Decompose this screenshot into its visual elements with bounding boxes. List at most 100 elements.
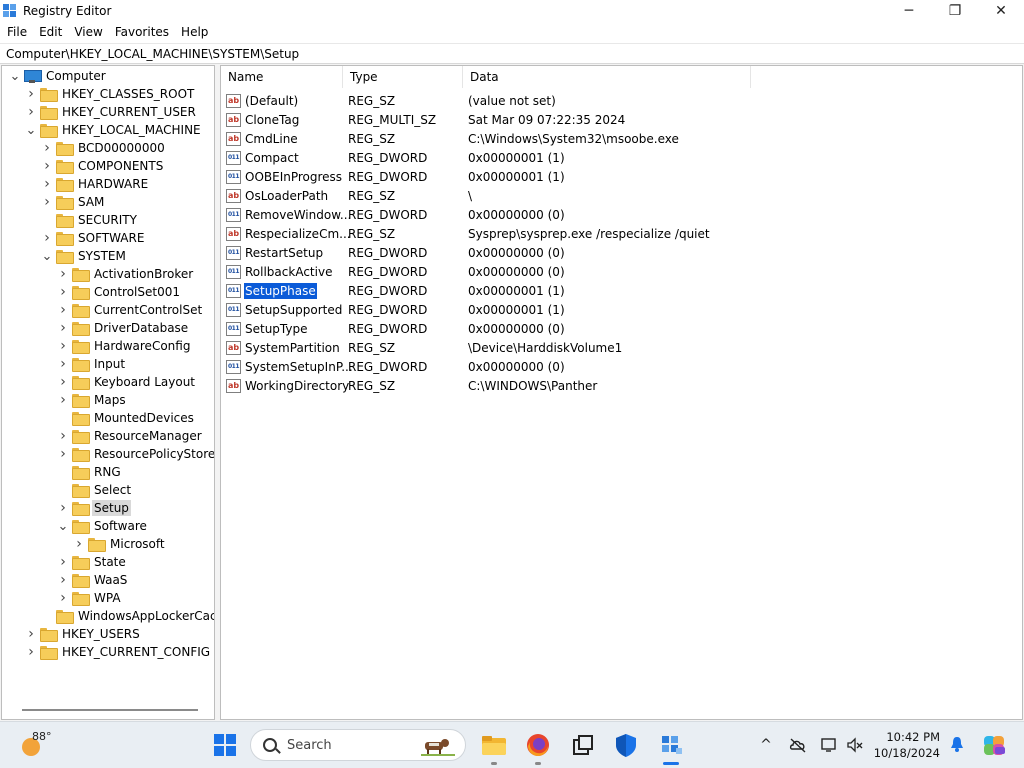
chevron-down-icon[interactable]: ⌄	[10, 67, 21, 85]
value-row[interactable]: 011 Compact REG_DWORD 0x00000001 (1)	[226, 148, 565, 167]
value-row[interactable]: 011 SetupSupported REG_DWORD 0x00000001 (1)	[226, 300, 565, 319]
chevron-right-icon[interactable]: ›	[42, 193, 52, 211]
tree-item[interactable]: ⌄ Software	[58, 517, 149, 535]
registry-tree[interactable]: ⌄ Computer › HKEY_CLASSES_ROOT › HKEY_CURRENT…	[1, 65, 215, 720]
value-row[interactable]: 011 RollbackActive REG_DWORD 0x00000000 (0)	[226, 262, 565, 281]
taskbar-search[interactable]: Search	[250, 729, 466, 761]
tree-item[interactable]: ⌄ SYSTEM	[42, 247, 128, 265]
value-row[interactable]: 011 SetupPhase REG_DWORD 0x00000001 (1)	[226, 281, 565, 300]
horizontal-scrollbar[interactable]	[22, 709, 198, 711]
chevron-right-icon[interactable]: ›	[26, 103, 36, 121]
value-row[interactable]: 011 RemoveWindow... REG_DWORD 0x00000000 (0…	[226, 205, 565, 224]
tree-item[interactable]: › Input	[58, 355, 127, 373]
value-row[interactable]: ab CloneTag REG_MULTI_SZ Sat Mar 09 07:22:3…	[226, 110, 625, 129]
tree-item[interactable]: RNG	[58, 463, 123, 481]
tree-item[interactable]: › ActivationBroker	[58, 265, 195, 283]
chevron-down-icon[interactable]: ⌄	[26, 121, 37, 139]
tray-overflow-chevron-icon[interactable]: ^	[757, 736, 775, 754]
menu-help[interactable]: Help	[175, 22, 214, 43]
volume-muted-icon[interactable]	[846, 736, 864, 754]
chevron-right-icon[interactable]: ›	[58, 355, 68, 373]
onedrive-icon[interactable]	[789, 736, 807, 754]
chevron-right-icon[interactable]: ›	[58, 589, 68, 607]
maximize-button[interactable]: ❐	[932, 0, 978, 22]
tree-item[interactable]: › Microsoft	[74, 535, 167, 553]
value-row[interactable]: 011 RestartSetup REG_DWORD 0x00000000 (0)	[226, 243, 565, 262]
value-row[interactable]: 011 SetupType REG_DWORD 0x00000000 (0)	[226, 319, 565, 338]
tree-item[interactable]: › Setup	[58, 499, 131, 517]
chevron-right-icon[interactable]: ›	[26, 85, 36, 103]
tree-item[interactable]: › COMPONENTS	[42, 157, 165, 175]
system-clock[interactable]: 10:42 PM 10/18/2024	[874, 729, 940, 761]
value-row[interactable]: 011 SystemSetupInP... REG_DWORD 0x00000000 …	[226, 357, 565, 376]
start-button[interactable]	[214, 734, 236, 756]
task-view-icon[interactable]	[570, 732, 596, 758]
column-header-type[interactable]: Type	[343, 66, 463, 88]
chevron-right-icon[interactable]: ›	[26, 625, 36, 643]
chevron-right-icon[interactable]: ›	[42, 229, 52, 247]
tree-item[interactable]: › HARDWARE	[42, 175, 150, 193]
chevron-right-icon[interactable]: ›	[58, 445, 68, 463]
tree-item[interactable]: › ResourcePolicyStore	[58, 445, 214, 463]
column-header-name[interactable]: Name	[221, 66, 343, 88]
notification-bell-icon[interactable]	[950, 736, 964, 752]
tree-item[interactable]: › SAM	[42, 193, 106, 211]
tree-item[interactable]: › HKEY_CLASSES_ROOT	[26, 85, 196, 103]
chevron-down-icon[interactable]: ⌄	[58, 517, 69, 535]
chevron-right-icon[interactable]: ›	[58, 571, 68, 589]
chevron-right-icon[interactable]: ›	[58, 319, 68, 337]
file-explorer-icon[interactable]	[481, 732, 507, 758]
tree-item[interactable]: ⌄ Computer	[10, 67, 108, 85]
chevron-right-icon[interactable]: ›	[58, 427, 68, 445]
value-row[interactable]: ab OsLoaderPath REG_SZ \	[226, 186, 472, 205]
tree-item[interactable]: › BCD00000000	[42, 139, 167, 157]
network-icon[interactable]	[820, 736, 838, 754]
value-row[interactable]: ab (Default) REG_SZ (value not set)	[226, 91, 556, 110]
value-row[interactable]: ab WorkingDirectory REG_SZ C:\WINDOWS\Panth…	[226, 376, 597, 395]
chevron-right-icon[interactable]: ›	[42, 157, 52, 175]
tree-item[interactable]: › State	[58, 553, 128, 571]
value-row[interactable]: 011 OOBEInProgress REG_DWORD 0x00000001 (1)	[226, 167, 565, 186]
column-header-data[interactable]: Data	[463, 66, 751, 88]
chevron-right-icon[interactable]: ›	[58, 301, 68, 319]
tree-item[interactable]: ⌄ HKEY_LOCAL_MACHINE	[26, 121, 203, 139]
tree-item[interactable]: › HardwareConfig	[58, 337, 192, 355]
tree-item[interactable]: WindowsAppLockerCache	[42, 607, 214, 625]
tree-item[interactable]: › Maps	[58, 391, 128, 409]
tree-item[interactable]: SECURITY	[42, 211, 139, 229]
tree-item[interactable]: › CurrentControlSet	[58, 301, 204, 319]
close-button[interactable]: ✕	[978, 0, 1024, 22]
values-list[interactable]: Name Type Data ab (Default) REG_SZ (value n…	[220, 65, 1023, 720]
tree-item[interactable]: › SOFTWARE	[42, 229, 146, 247]
menu-view[interactable]: View	[68, 22, 108, 43]
tree-item[interactable]: › HKEY_USERS	[26, 625, 142, 643]
windows-security-icon[interactable]	[613, 732, 639, 758]
registry-editor-taskbar-icon[interactable]	[658, 732, 684, 758]
chevron-right-icon[interactable]: ›	[26, 643, 36, 661]
address-bar[interactable]: Computer\HKEY_LOCAL_MACHINE\SYSTEM\Setup	[0, 43, 1024, 64]
chevron-right-icon[interactable]: ›	[74, 535, 84, 553]
menu-favorites[interactable]: Favorites	[109, 22, 175, 43]
menu-file[interactable]: File	[1, 22, 33, 43]
firefox-icon[interactable]	[525, 732, 551, 758]
chevron-right-icon[interactable]: ›	[42, 175, 52, 193]
tree-item[interactable]: › HKEY_CURRENT_CONFIG	[26, 643, 212, 661]
menu-edit[interactable]: Edit	[33, 22, 68, 43]
tree-item[interactable]: › DriverDatabase	[58, 319, 190, 337]
value-row[interactable]: ab CmdLine REG_SZ C:\Windows\System32\msoob…	[226, 129, 679, 148]
chevron-right-icon[interactable]: ›	[58, 553, 68, 571]
tree-item[interactable]: › ResourceManager	[58, 427, 204, 445]
chevron-right-icon[interactable]: ›	[58, 337, 68, 355]
chevron-right-icon[interactable]: ›	[58, 373, 68, 391]
tree-item[interactable]: › HKEY_CURRENT_USER	[26, 103, 198, 121]
value-row[interactable]: ab RespecializeCm... REG_SZ Sysprep\sysprep…	[226, 224, 710, 243]
chevron-right-icon[interactable]: ›	[58, 265, 68, 283]
tree-item[interactable]: › ControlSet001	[58, 283, 182, 301]
tree-item[interactable]: MountedDevices	[58, 409, 196, 427]
chevron-right-icon[interactable]: ›	[58, 499, 68, 517]
chevron-right-icon[interactable]: ›	[58, 283, 68, 301]
tree-item[interactable]: Select	[58, 481, 133, 499]
tree-item[interactable]: › WaaS	[58, 571, 129, 589]
value-row[interactable]: ab SystemPartition REG_SZ \Device\HarddiskV…	[226, 338, 622, 357]
tree-item[interactable]: › Keyboard Layout	[58, 373, 197, 391]
